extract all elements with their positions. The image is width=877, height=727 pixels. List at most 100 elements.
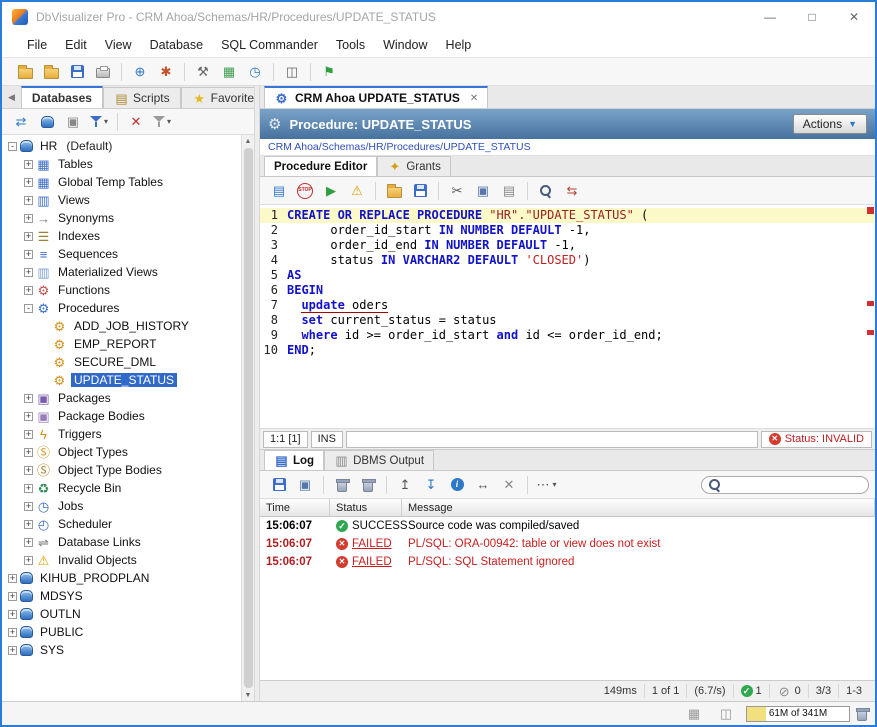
expand-toggle-icon[interactable]: +: [24, 214, 33, 223]
expand-toggle-icon[interactable]: +: [24, 412, 33, 421]
compare-tool-button[interactable]: ◫: [280, 60, 304, 84]
expand-toggle-icon[interactable]: +: [24, 556, 33, 565]
collapse-toggle-icon[interactable]: -: [8, 142, 17, 151]
expand-toggle-icon[interactable]: +: [8, 628, 17, 637]
tree-item-database-links[interactable]: +⇌Database Links: [2, 533, 241, 551]
panel-button[interactable]: ◫: [714, 702, 738, 726]
duplicate-connection-button[interactable]: ▣: [61, 110, 85, 134]
reconnect-button[interactable]: ⇄: [9, 110, 33, 134]
code-line[interactable]: 7 update oders: [260, 298, 875, 313]
copy-button[interactable]: ▣: [471, 179, 495, 203]
expand-toggle-icon[interactable]: +: [24, 232, 33, 241]
expand-columns-button[interactable]: ↔: [471, 473, 495, 497]
garbage-collect-icon[interactable]: [857, 710, 867, 721]
expand-toggle-icon[interactable]: +: [24, 448, 33, 457]
error-mark[interactable]: [867, 301, 874, 306]
expand-toggle-icon[interactable]: +: [24, 484, 33, 493]
save-procedure-button[interactable]: ▤: [267, 179, 291, 203]
print-button[interactable]: [91, 60, 115, 84]
save-button[interactable]: [65, 60, 89, 84]
tree-item-indexes[interactable]: +☰Indexes: [2, 227, 241, 245]
scrollbar-thumb[interactable]: [244, 148, 253, 688]
paste-button[interactable]: ▤: [497, 179, 521, 203]
log-row[interactable]: 15:06:07✓SUCCESSSource code was compiled…: [260, 517, 875, 535]
cut-button[interactable]: ✂: [445, 179, 469, 203]
tree-item-materialized-views[interactable]: +▥Materialized Views: [2, 263, 241, 281]
tree-item-object-types[interactable]: +ⓈObject Types: [2, 443, 241, 461]
tab-log[interactable]: ▤Log: [264, 450, 324, 470]
tree-item-outln[interactable]: +OUTLN: [2, 605, 241, 623]
new-sql-commander-button[interactable]: ⚑: [317, 60, 341, 84]
tree-item-tables[interactable]: +▦Tables: [2, 155, 241, 173]
menu-view[interactable]: View: [96, 34, 141, 56]
tab-scripts[interactable]: ▤Scripts: [103, 87, 181, 108]
tab-grants[interactable]: ✦Grants: [377, 156, 451, 176]
code-line[interactable]: 8 set current_status = status: [260, 313, 875, 328]
menu-help[interactable]: Help: [437, 34, 481, 56]
expand-toggle-icon[interactable]: +: [24, 466, 33, 475]
filter-disabled-button[interactable]: ▾: [150, 110, 174, 134]
tree-item-sys[interactable]: +SYS: [2, 641, 241, 659]
tree-item-packages[interactable]: +▣Packages: [2, 389, 241, 407]
expand-toggle-icon[interactable]: +: [24, 538, 33, 547]
scroll-down-icon[interactable]: ▼: [245, 689, 252, 701]
warnings-button[interactable]: ⚠: [345, 179, 369, 203]
shrink-columns-button[interactable]: ✕: [497, 473, 521, 497]
tree-item-global-temp-tables[interactable]: +▦Global Temp Tables: [2, 173, 241, 191]
search-input[interactable]: [726, 479, 862, 491]
tab-databases[interactable]: Databases: [21, 86, 103, 108]
tree-item-package-bodies[interactable]: +▣Package Bodies: [2, 407, 241, 425]
tab-dbms-output[interactable]: ▥DBMS Output: [324, 450, 434, 470]
expand-toggle-icon[interactable]: +: [24, 268, 33, 277]
auto-scroll-button[interactable]: i: [445, 473, 469, 497]
execute-button[interactable]: ▶: [319, 179, 343, 203]
scroll-bottom-button[interactable]: ↧: [419, 473, 443, 497]
code-line[interactable]: 1CREATE OR REPLACE PROCEDURE "HR"."UPDAT…: [260, 208, 875, 223]
code-line[interactable]: 6BEGIN: [260, 283, 875, 298]
filter-button[interactable]: ▾: [87, 110, 111, 134]
create-database-connection-button[interactable]: [35, 110, 59, 134]
create-connection-button[interactable]: ⊕: [128, 60, 152, 84]
expand-toggle-icon[interactable]: +: [24, 196, 33, 205]
scroll-top-button[interactable]: ↥: [393, 473, 417, 497]
minimize-button[interactable]: —: [749, 2, 791, 32]
export-log-button[interactable]: [267, 473, 291, 497]
save-to-file-button[interactable]: [408, 179, 432, 203]
tree-scrollbar[interactable]: ▲ ▼: [241, 135, 254, 701]
code-editor[interactable]: 1CREATE OR REPLACE PROCEDURE "HR"."UPDAT…: [260, 205, 875, 358]
stop-button[interactable]: STOP: [293, 179, 317, 203]
error-mark[interactable]: [867, 330, 874, 335]
log-settings-button[interactable]: ⋯▾: [534, 473, 558, 497]
expand-toggle-icon[interactable]: +: [8, 574, 17, 583]
open-file-button[interactable]: [13, 60, 37, 84]
copy-log-button[interactable]: ▣: [293, 473, 317, 497]
tree-item-jobs[interactable]: +◷Jobs: [2, 497, 241, 515]
code-line[interactable]: 5AS: [260, 268, 875, 283]
menu-file[interactable]: File: [18, 34, 56, 56]
tree-item-procedures[interactable]: -⚙Procedures: [2, 299, 241, 317]
code-line[interactable]: 3 order_id_end IN NUMBER DEFAULT -1,: [260, 238, 875, 253]
column-header-message[interactable]: Message: [402, 499, 875, 516]
tree-item-secure-dml[interactable]: ⚙SECURE_DML: [2, 353, 241, 371]
tree-item-triggers[interactable]: +ϟTriggers: [2, 425, 241, 443]
find-replace-button[interactable]: [534, 179, 558, 203]
menu-window[interactable]: Window: [374, 34, 436, 56]
tab-close-icon[interactable]: ✕: [470, 93, 478, 104]
menu-sql-commander[interactable]: SQL Commander: [212, 34, 327, 56]
memory-gauge[interactable]: 61M of 341M: [746, 706, 850, 722]
expand-toggle-icon[interactable]: +: [24, 430, 33, 439]
monitor-button[interactable]: ◷: [243, 60, 267, 84]
tree-item-views[interactable]: +▥Views: [2, 191, 241, 209]
log-row[interactable]: 15:06:07✕FAILEDPL/SQL: SQL Statement ign…: [260, 553, 875, 571]
expand-toggle-icon[interactable]: +: [24, 394, 33, 403]
clear-log-button[interactable]: [330, 473, 354, 497]
expand-toggle-icon[interactable]: +: [24, 502, 33, 511]
tab-procedure-editor[interactable]: Procedure Editor: [264, 156, 377, 176]
expand-toggle-icon[interactable]: +: [24, 286, 33, 295]
tree-item-object-type-bodies[interactable]: +ⓈObject Type Bodies: [2, 461, 241, 479]
tree-item-public[interactable]: +PUBLIC: [2, 623, 241, 641]
menu-edit[interactable]: Edit: [56, 34, 96, 56]
menu-database[interactable]: Database: [141, 34, 213, 56]
tree-item-invalid-objects[interactable]: +⚠Invalid Objects: [2, 551, 241, 569]
open-file-button[interactable]: [382, 179, 406, 203]
